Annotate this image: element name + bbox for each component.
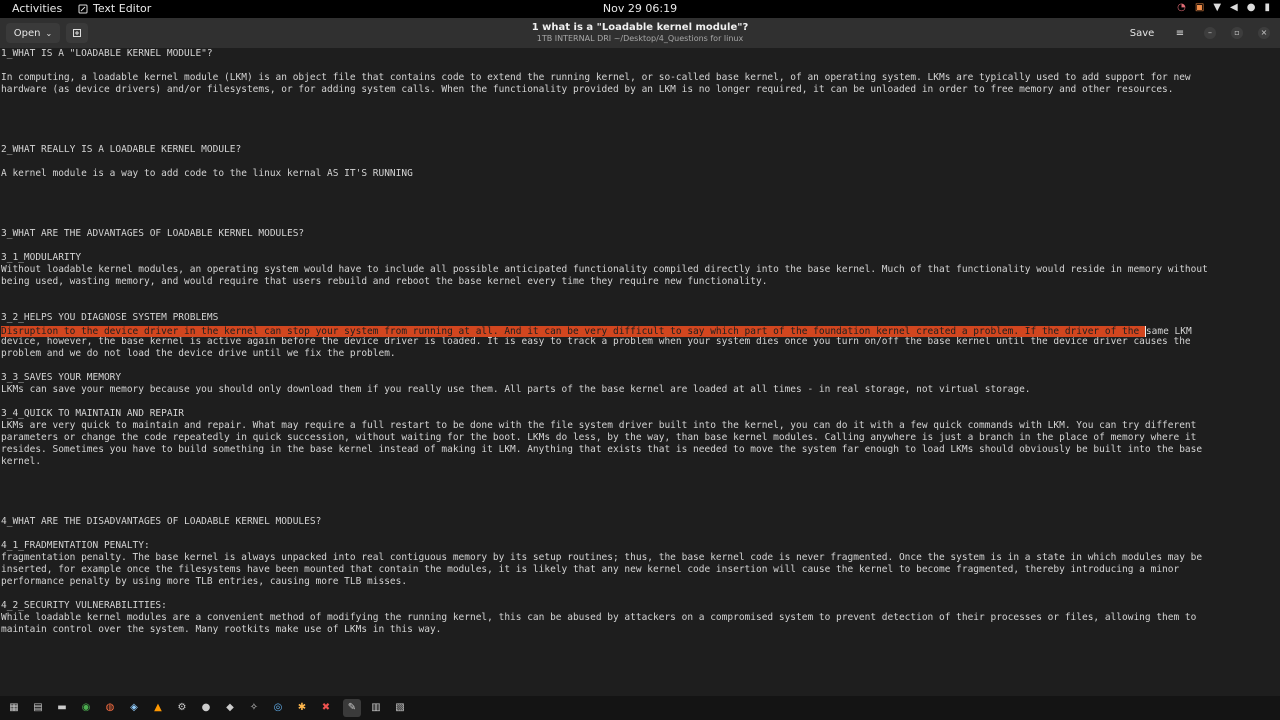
app-menu[interactable]: Text Editor — [78, 2, 151, 15]
text-line[interactable]: Without loadable kernel modules, an oper… — [1, 264, 1208, 276]
files-icon[interactable]: ▤ — [32, 702, 44, 714]
selected-line[interactable]: Disruption to the device driver in the k… — [1, 326, 1192, 338]
browser-icon[interactable]: ◎ — [272, 702, 284, 714]
puzzle-icon[interactable]: ✱ — [296, 702, 308, 714]
save-button[interactable]: Save — [1124, 23, 1160, 43]
text-line[interactable]: 4_WHAT ARE THE DISADVANTAGES OF LOADABLE… — [1, 516, 321, 528]
update-icon[interactable]: ◔ — [1177, 2, 1186, 13]
selected-line-rest: same LKM — [1145, 326, 1192, 337]
activities-button[interactable]: Activities — [12, 2, 62, 15]
screen-record-icon[interactable]: ▣ — [1195, 2, 1204, 13]
maximize-button[interactable]: ▫ — [1231, 27, 1243, 39]
text-line[interactable]: 4_1_FRADMENTATION PENALTY: — [1, 540, 150, 552]
network-icon[interactable]: ✧ — [248, 702, 260, 714]
battery-icon[interactable]: ▮ — [1264, 2, 1270, 13]
hamburger-icon: ≡ — [1175, 27, 1185, 39]
steam-icon[interactable]: ◈ — [128, 702, 140, 714]
document-path: 1TB INTERNAL DRI ~/Desktop/4_Questions f… — [536, 34, 744, 43]
new-document-icon — [73, 29, 81, 37]
notes-icon[interactable]: ▥ — [370, 702, 382, 714]
text-line[interactable]: 3_WHAT ARE THE ADVANTAGES OF LOADABLE KE… — [1, 228, 304, 240]
text-line[interactable]: hardware (as device drivers) and/or file… — [1, 84, 1174, 96]
text-line[interactable]: A kernel module is a way to add code to … — [1, 168, 413, 180]
text-line[interactable]: parameters or change the code repeatedly… — [1, 432, 1196, 444]
text-line[interactable]: While loadable kernel modules are a conv… — [1, 612, 1196, 624]
text-line[interactable]: LKMs can save your memory because you sh… — [1, 384, 1031, 396]
text-line[interactable]: 3_2_HELPS YOU DIAGNOSE SYSTEM PROBLEMS — [1, 312, 218, 324]
text-line[interactable]: fragmentation penalty. The base kernel i… — [1, 552, 1202, 564]
text-editor-dock-icon[interactable]: ✎ — [343, 699, 361, 717]
close-icon: × — [1260, 28, 1268, 37]
vlc-icon[interactable]: ▲ — [152, 702, 164, 714]
text-line[interactable]: resides. Sometimes you have to build som… — [1, 444, 1202, 456]
text-selection[interactable]: Disruption to the device driver in the k… — [1, 326, 1145, 337]
chevron-down-icon: ⌄ — [45, 28, 53, 38]
github-icon[interactable]: ● — [200, 702, 212, 714]
firefox-icon[interactable]: ◍ — [104, 702, 116, 714]
system-tray[interactable]: ◔ ▣ ▼ ◀ ● ▮ — [1177, 2, 1270, 13]
text-line[interactable]: 3_1_MODULARITY — [1, 252, 81, 264]
text-line[interactable]: maintain control over the system. Many r… — [1, 624, 441, 636]
header-bar: Open ⌄ 1 what is a "Loadable kernel modu… — [0, 18, 1280, 49]
chrome-icon[interactable]: ◉ — [80, 702, 92, 714]
text-line[interactable]: performance penalty by using more TLB en… — [1, 576, 407, 588]
main-menu-button[interactable]: ≡ — [1169, 23, 1191, 43]
text-line[interactable]: 3_3_SAVES YOUR MEMORY — [1, 372, 121, 384]
text-line[interactable]: inserted, for example once the filesyste… — [1, 564, 1179, 576]
clock[interactable]: Nov 29 06:19 — [603, 2, 677, 15]
wifi-icon[interactable]: ▼ — [1213, 2, 1221, 13]
text-view[interactable]: 1_WHAT IS A "LOADABLE KERNEL MODULE"? In … — [0, 48, 1280, 696]
app-name: Text Editor — [93, 2, 152, 15]
new-tab-button[interactable] — [66, 23, 88, 43]
media-icon[interactable]: ✖ — [320, 702, 332, 714]
text-editor-icon — [78, 4, 88, 13]
text-line[interactable]: 1_WHAT IS A "LOADABLE KERNEL MODULE"? — [1, 48, 213, 60]
title-area: 1 what is a "Loadable kernel module"? 1T… — [440, 22, 840, 44]
minimize-button[interactable]: – — [1204, 27, 1216, 39]
text-line[interactable]: problem and we do not load the device dr… — [1, 348, 396, 360]
microphone-icon[interactable]: ● — [1247, 2, 1256, 13]
document-title: 1 what is a "Loadable kernel module"? — [531, 22, 749, 33]
game-controller-icon[interactable]: ◆ — [224, 702, 236, 714]
text-line[interactable]: 4_2_SECURITY VULNERABILITIES: — [1, 600, 167, 612]
top-bar: Activities Text Editor Nov 29 06:19 ◔ ▣ … — [0, 0, 1280, 18]
text-line[interactable]: being used, wasting memory, and would re… — [1, 276, 767, 288]
open-label: Open — [13, 27, 41, 39]
taskbar: ▦ ▤ ▬ ◉ ◍ ◈ ▲ ⚙ ● ◆ ✧ ◎ ✱ ✖ ✎ ▥ ▧ — [0, 696, 1280, 720]
minimize-icon: – — [1208, 28, 1212, 37]
open-button[interactable]: Open ⌄ — [6, 23, 60, 43]
volume-icon[interactable]: ◀ — [1230, 2, 1238, 13]
show-apps-icon[interactable]: ▦ — [8, 702, 20, 714]
maximize-icon: ▫ — [1234, 28, 1240, 37]
text-line[interactable]: LKMs are very quick to maintain and repa… — [1, 420, 1196, 432]
text-line[interactable]: In computing, a loadable kernel module (… — [1, 72, 1191, 84]
settings-icon[interactable]: ⚙ — [176, 702, 188, 714]
text-line[interactable]: 3_4_QUICK TO MAINTAIN AND REPAIR — [1, 408, 184, 420]
text-line[interactable]: 2_WHAT REALLY IS A LOADABLE KERNEL MODUL… — [1, 144, 241, 156]
document-icon[interactable]: ▧ — [394, 702, 406, 714]
close-button[interactable]: × — [1258, 27, 1270, 39]
text-line[interactable]: kernel. — [1, 456, 41, 468]
folder-icon[interactable]: ▬ — [56, 702, 68, 714]
